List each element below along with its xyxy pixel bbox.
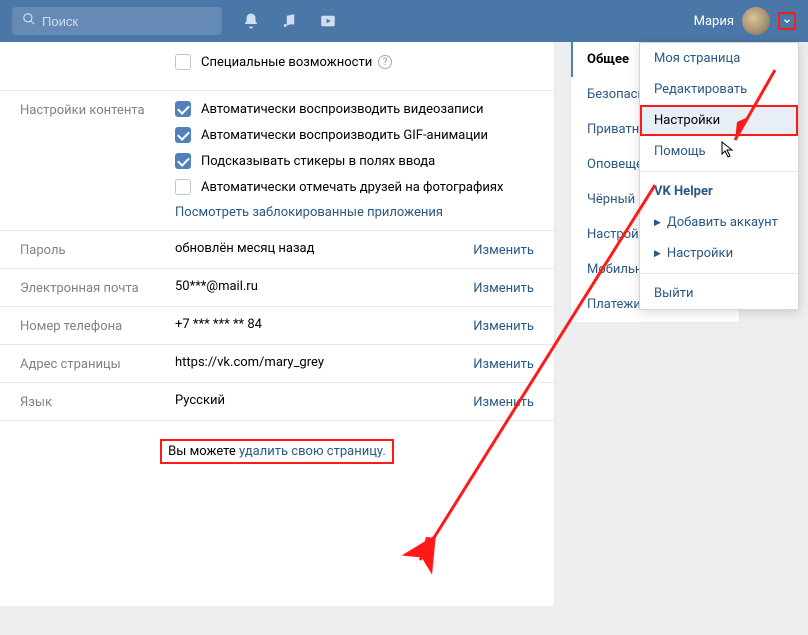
delete-page-highlight: Вы можете удалить свою страницу. [160,439,394,464]
footer-prefix: Вы можете [168,444,239,459]
dd-helper-settings-label: Настройки [667,246,733,261]
content-settings-label: Настройки контента [20,101,175,118]
video-icon[interactable] [318,12,338,30]
phone-label: Номер телефона [20,317,175,334]
dd-separator [640,171,798,172]
row-address: Адрес страницы https://vk.com/mary_grey … [0,344,554,382]
top-header: Мария [0,0,808,42]
dd-separator [640,273,798,274]
opt-stickers-label: Подсказывать стикеры в полях ввода [201,154,435,169]
dd-my-page[interactable]: Моя страница [640,43,798,74]
search-icon [22,12,42,30]
dd-edit[interactable]: Редактировать [640,74,798,105]
language-label: Язык [20,393,175,410]
checkbox-accessibility[interactable] [175,54,191,70]
chevron-down-icon [782,16,792,26]
address-change[interactable]: Изменить [473,355,534,372]
dd-help[interactable]: Помощь [640,136,798,167]
row-language: Язык Русский Изменить [0,382,554,420]
checkbox-tag-friends[interactable] [175,179,191,195]
language-value: Русский [175,391,225,408]
opt-tag-label: Автоматически отмечать друзей на фотогра… [201,180,503,195]
email-value: 50***@mail.ru [175,277,258,294]
opt-video-label: Автоматически воспроизводить видеозаписи [201,102,483,117]
row-password: Пароль обновлён месяц назад Изменить [0,230,554,268]
dd-vk-helper-header: VK Helper [640,176,798,207]
dd-logout[interactable]: Выйти [640,278,798,309]
triangle-icon: ▶ [654,218,661,228]
language-change[interactable]: Изменить [473,393,534,410]
username-label[interactable]: Мария [694,14,734,29]
phone-value: +7 *** *** ** 84 [175,315,262,332]
row-phone: Номер телефона +7 *** *** ** 84 Изменить [0,306,554,344]
email-change[interactable]: Изменить [473,279,534,296]
music-icon[interactable] [280,12,298,30]
header-right: Мария [694,7,796,35]
row-email: Электронная почта 50***@mail.ru Изменить [0,268,554,306]
checkbox-autoplay-video[interactable] [175,101,191,117]
opt-gif-label: Автоматически воспроизводить GIF-анимаци… [201,128,488,143]
password-value: обновлён месяц назад [175,239,314,256]
dd-helper-settings[interactable]: ▶ Настройки [640,238,798,269]
password-label: Пароль [20,241,175,258]
dropdown-toggle[interactable] [778,12,796,30]
footer: Вы можете удалить свою страницу. [0,420,554,482]
row-accessibility: Специальные возможности ? [0,42,554,90]
bell-icon[interactable] [242,12,260,30]
search-box[interactable] [12,7,222,35]
avatar[interactable] [742,7,770,35]
password-change[interactable]: Изменить [473,241,534,258]
checkbox-stickers[interactable] [175,153,191,169]
user-dropdown: Моя страница Редактировать Настройки Пом… [639,42,799,310]
email-label: Электронная почта [20,279,175,296]
dd-add-account[interactable]: ▶ Добавить аккаунт [640,207,798,238]
dd-add-account-label: Добавить аккаунт [667,215,778,230]
delete-page-link[interactable]: удалить свою страницу. [239,444,386,459]
accessibility-label: Специальные возможности [201,55,372,70]
triangle-icon: ▶ [654,249,661,259]
blocked-apps-link[interactable]: Посмотреть заблокированные приложения [175,205,534,220]
header-icons [242,12,338,30]
address-value: https://vk.com/mary_grey [175,353,324,370]
address-label: Адрес страницы [20,355,175,372]
search-input[interactable] [42,14,212,29]
phone-change[interactable]: Изменить [473,317,534,334]
row-content-settings: Настройки контента Автоматически воспрои… [0,90,554,230]
settings-main: Специальные возможности ? Настройки конт… [0,42,555,606]
help-icon[interactable]: ? [378,55,392,69]
dd-settings[interactable]: Настройки [640,105,798,136]
checkbox-autoplay-gif[interactable] [175,127,191,143]
